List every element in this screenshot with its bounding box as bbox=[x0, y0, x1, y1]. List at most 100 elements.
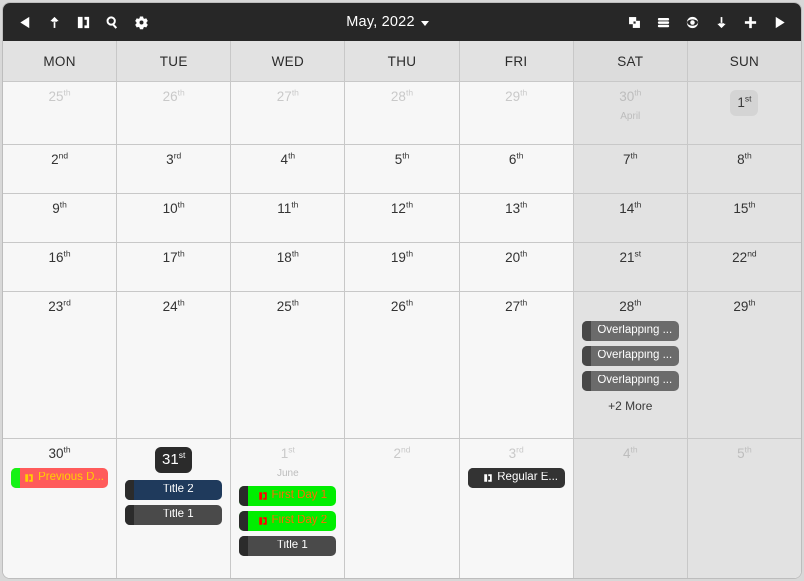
event-chip[interactable]: Overlapping ... bbox=[581, 370, 679, 391]
selected-day-badge[interactable]: 1st bbox=[730, 90, 759, 116]
calendar-page-icon[interactable] bbox=[70, 9, 96, 35]
day-number: 30th bbox=[48, 444, 71, 461]
event-body: Overlapping ... bbox=[591, 325, 679, 337]
day-cell[interactable]: 3rd Regular E... bbox=[459, 439, 574, 578]
day-number: 12th bbox=[390, 199, 414, 216]
day-ordinal-suffix: th bbox=[63, 248, 71, 259]
day-ordinal-suffix: th bbox=[520, 87, 528, 98]
calendar-title-dropdown[interactable]: May, 2022 bbox=[346, 14, 429, 30]
day-cell[interactable]: 6th bbox=[459, 145, 574, 193]
day-cell[interactable]: 10th bbox=[117, 194, 232, 242]
day-ordinal-suffix: rd bbox=[173, 150, 182, 161]
day-ordinal-suffix: th bbox=[63, 87, 71, 98]
event-chip[interactable]: Title 2 bbox=[125, 480, 223, 500]
event-body: Overlapping ... bbox=[591, 375, 679, 387]
day-cell[interactable]: 26th bbox=[345, 292, 460, 438]
day-cell[interactable]: 2nd bbox=[3, 145, 118, 193]
day-cell[interactable]: 16th bbox=[3, 243, 118, 291]
day-cell[interactable]: 21st bbox=[573, 243, 688, 291]
event-color-bar bbox=[125, 505, 135, 525]
next-icon[interactable] bbox=[766, 9, 792, 35]
day-cell[interactable]: 22nd bbox=[687, 243, 801, 291]
day-cell[interactable]: 3rd bbox=[117, 145, 232, 193]
event-list: First Day 1 First Day 2 Title 1 bbox=[236, 485, 339, 556]
day-ordinal-suffix: th bbox=[291, 87, 299, 98]
event-body: Title 1 bbox=[248, 540, 336, 552]
day-cell[interactable]: 5th bbox=[345, 145, 460, 193]
menu-icon[interactable] bbox=[650, 9, 676, 35]
day-cell[interactable]: 20th bbox=[459, 243, 574, 291]
day-cell[interactable]: 24th bbox=[117, 292, 232, 438]
event-chip[interactable]: Previous D... bbox=[11, 467, 109, 488]
day-cell[interactable]: 28th Overlapping ... Overlapping ... Overla… bbox=[573, 292, 688, 438]
day-cell[interactable]: 7th bbox=[573, 145, 688, 193]
day-cell[interactable]: 12th bbox=[345, 194, 460, 242]
calendar-week-row: 25th 26th 27th 28th 29th 30th April 1st bbox=[3, 82, 801, 145]
day-ordinal-suffix: th bbox=[744, 150, 752, 161]
day-cell[interactable]: 13th bbox=[459, 194, 574, 242]
day-number: 16th bbox=[48, 248, 71, 265]
day-number: 29th bbox=[733, 297, 756, 314]
day-ordinal-suffix: th bbox=[291, 248, 299, 259]
copy-icon[interactable] bbox=[621, 9, 647, 35]
day-cell[interactable]: 9th bbox=[3, 194, 118, 242]
day-cell[interactable]: 14th bbox=[573, 194, 688, 242]
day-cell[interactable]: 25th bbox=[231, 292, 346, 438]
eye-icon[interactable] bbox=[679, 9, 705, 35]
day-cell[interactable]: 31st Title 2 Title 1 bbox=[117, 439, 232, 578]
day-ordinal-suffix: th bbox=[402, 150, 410, 161]
day-number: 25th bbox=[48, 87, 71, 104]
day-cell[interactable]: 27th bbox=[231, 82, 346, 144]
day-cell[interactable]: 1st June First Day 1 First Day 2 Title 1 bbox=[231, 439, 346, 578]
calendar-week-row: 9th 10th 11th 12th 13th 14th 15th bbox=[3, 194, 801, 243]
day-ordinal-suffix: th bbox=[634, 297, 642, 308]
day-cell[interactable]: 30th April bbox=[573, 82, 688, 144]
day-number: 2nd bbox=[393, 444, 411, 461]
day-cell[interactable]: 11th bbox=[231, 194, 346, 242]
day-cell[interactable]: 1st bbox=[687, 82, 801, 144]
day-ordinal-suffix: th bbox=[748, 199, 756, 210]
day-cell[interactable]: 27th bbox=[459, 292, 574, 438]
add-icon[interactable] bbox=[737, 9, 763, 35]
gear-icon[interactable] bbox=[128, 9, 154, 35]
day-cell[interactable]: 5th bbox=[687, 439, 801, 578]
event-chip[interactable]: Overlapping ... bbox=[581, 345, 679, 366]
chevron-down-icon bbox=[420, 20, 429, 26]
day-cell[interactable]: 30th Previous D... bbox=[3, 439, 118, 578]
day-cell[interactable]: 8th bbox=[687, 145, 801, 193]
more-events-link[interactable]: +2 More bbox=[608, 399, 652, 413]
search-icon[interactable] bbox=[99, 9, 125, 35]
day-cell[interactable]: 2nd bbox=[345, 439, 460, 578]
event-title: Overlapping ... bbox=[597, 349, 673, 361]
day-cell[interactable]: 4th bbox=[231, 145, 346, 193]
event-chip[interactable]: Regular E... bbox=[467, 467, 565, 488]
day-cell[interactable]: 17th bbox=[117, 243, 232, 291]
day-cell[interactable]: 29th bbox=[687, 292, 801, 438]
day-cell[interactable]: 23rd bbox=[3, 292, 118, 438]
day-cell[interactable]: 19th bbox=[345, 243, 460, 291]
day-ordinal-suffix: th bbox=[288, 150, 296, 161]
up-arrow-icon[interactable] bbox=[41, 9, 67, 35]
day-cell[interactable]: 29th bbox=[459, 82, 574, 144]
day-cell[interactable]: 26th bbox=[117, 82, 232, 144]
event-chip[interactable]: First Day 1 bbox=[239, 485, 337, 506]
event-title: Overlapping ... bbox=[597, 374, 673, 386]
today-badge[interactable]: 31st bbox=[155, 447, 193, 473]
event-chip[interactable]: Title 1 bbox=[239, 535, 337, 556]
previous-icon[interactable] bbox=[12, 9, 38, 35]
event-color-bar bbox=[581, 345, 591, 366]
event-chip[interactable]: Title 1 bbox=[125, 505, 223, 525]
weekday-header-thu: THU bbox=[345, 41, 460, 81]
day-cell[interactable]: 15th bbox=[687, 194, 801, 242]
day-cell[interactable]: 25th bbox=[3, 82, 118, 144]
day-number: 1st bbox=[280, 444, 295, 461]
adjacent-month-label: April bbox=[620, 110, 641, 122]
day-cell[interactable]: 28th bbox=[345, 82, 460, 144]
download-icon[interactable] bbox=[708, 9, 734, 35]
day-ordinal-suffix: st bbox=[178, 450, 186, 460]
day-cell[interactable]: 18th bbox=[231, 243, 346, 291]
event-chip[interactable]: Overlapping ... bbox=[581, 320, 679, 341]
event-chip[interactable]: First Day 2 bbox=[239, 510, 337, 531]
calendar-weeks: 25th 26th 27th 28th 29th 30th April 1st 2nd 3rd 4t… bbox=[3, 82, 801, 578]
day-cell[interactable]: 4th bbox=[573, 439, 688, 578]
